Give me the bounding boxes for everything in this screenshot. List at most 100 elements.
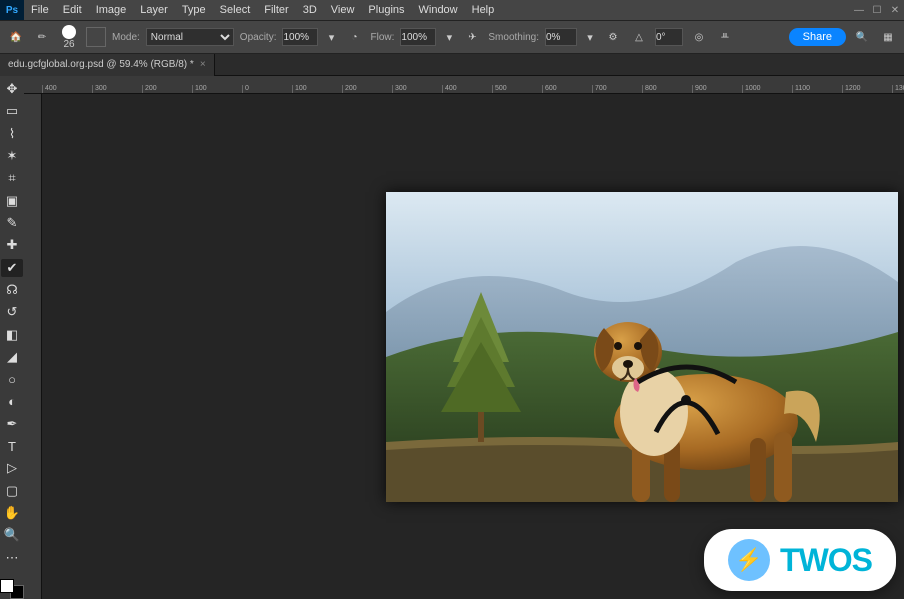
healing-tool[interactable]: ✚ bbox=[1, 236, 23, 254]
mode-select[interactable]: Normal bbox=[146, 28, 234, 46]
edit-toolbar[interactable]: ⋯ bbox=[1, 549, 23, 567]
path-select-tool[interactable]: ▷ bbox=[1, 459, 23, 477]
angle-input[interactable] bbox=[655, 28, 683, 46]
pressure-size-icon[interactable]: ◎ bbox=[689, 27, 709, 47]
flow-dropdown-icon[interactable]: ▾ bbox=[442, 30, 456, 44]
hand-tool[interactable]: ✋ bbox=[1, 504, 23, 522]
shape-tool[interactable]: ▢ bbox=[1, 482, 23, 500]
ruler-tick: 400 bbox=[42, 85, 92, 93]
ruler-tick: 100 bbox=[192, 85, 242, 93]
ruler-tick: 0 bbox=[242, 85, 292, 93]
opacity-label: Opacity: bbox=[240, 32, 277, 43]
tools-panel: ✥ ▭ ⌇ ✶ ⌗ ▣ ✎ ✚ ✔ ☊ ↺ ◧ ◢ ○ ◐ ✒ T ▷ ▢ ✋ 🔍 ⋯ bbox=[0, 76, 24, 599]
maximize-button[interactable]: ☐ bbox=[868, 5, 886, 16]
canvas-area: 4003002001000100200300400500600700800900… bbox=[24, 76, 904, 599]
options-bar: 🏠 ✏ 26 Mode: Normal Opacity: ▾ ◔ Flow: ▾… bbox=[0, 20, 904, 54]
watermark-badge: ⚡ TWOS bbox=[704, 529, 896, 591]
marquee-tool[interactable]: ▭ bbox=[1, 102, 23, 120]
brush-size-value: 26 bbox=[63, 39, 74, 50]
airbrush-icon[interactable]: ✈ bbox=[462, 27, 482, 47]
flow-label: Flow: bbox=[370, 32, 394, 43]
flash-icon: ⚡ bbox=[728, 539, 770, 581]
menu-file[interactable]: File bbox=[24, 4, 56, 16]
ruler-tick: 300 bbox=[392, 85, 442, 93]
artboard bbox=[386, 192, 898, 502]
tab-close-icon[interactable]: × bbox=[200, 59, 206, 70]
brush-preset-picker[interactable]: ✏ bbox=[32, 27, 52, 47]
smoothing-dropdown-icon[interactable]: ▾ bbox=[583, 30, 597, 44]
ruler-tick: 200 bbox=[142, 85, 192, 93]
flow-input[interactable] bbox=[400, 28, 436, 46]
type-tool[interactable]: T bbox=[1, 437, 23, 455]
smoothing-label: Smoothing: bbox=[488, 32, 539, 43]
watermark-text: TWOS bbox=[780, 542, 872, 579]
quick-select-tool[interactable]: ✶ bbox=[1, 147, 23, 165]
dodge-tool[interactable]: ◐ bbox=[1, 392, 23, 410]
zoom-tool[interactable]: 🔍 bbox=[1, 526, 23, 544]
ruler-horizontal: 4003002001000100200300400500600700800900… bbox=[24, 76, 904, 94]
ruler-tick: 1000 bbox=[742, 85, 792, 93]
ruler-tick: 400 bbox=[442, 85, 492, 93]
menu-plugins[interactable]: Plugins bbox=[361, 4, 411, 16]
angle-icon[interactable]: △ bbox=[629, 27, 649, 47]
eyedropper-tool[interactable]: ✎ bbox=[1, 214, 23, 232]
menu-view[interactable]: View bbox=[324, 4, 362, 16]
menu-filter[interactable]: Filter bbox=[257, 4, 295, 16]
pressure-opacity-icon[interactable]: ◔ bbox=[344, 27, 364, 47]
ruler-tick: 100 bbox=[292, 85, 342, 93]
menu-edit[interactable]: Edit bbox=[56, 4, 89, 16]
symmetry-icon[interactable]: ᚇ bbox=[715, 27, 735, 47]
ruler-tick: 700 bbox=[592, 85, 642, 93]
ruler-tick: 300 bbox=[92, 85, 142, 93]
brush-dot-icon bbox=[62, 25, 76, 39]
close-button[interactable]: ✕ bbox=[886, 5, 904, 16]
ruler-tick: 500 bbox=[492, 85, 542, 93]
fgbg-colors[interactable] bbox=[0, 579, 24, 599]
share-button[interactable]: Share bbox=[789, 28, 846, 46]
ruler-vertical bbox=[24, 94, 42, 599]
document-tab-title: edu.gcfglobal.org.psd @ 59.4% (RGB/8) * bbox=[8, 59, 194, 70]
frame-tool[interactable]: ▣ bbox=[1, 192, 23, 210]
opacity-dropdown-icon[interactable]: ▾ bbox=[324, 30, 338, 44]
minimize-button[interactable]: — bbox=[850, 5, 868, 16]
canvas-viewport[interactable] bbox=[42, 94, 904, 599]
brush-size-preview[interactable]: 26 bbox=[58, 25, 80, 50]
opacity-input[interactable] bbox=[282, 28, 318, 46]
crop-tool[interactable]: ⌗ bbox=[1, 169, 23, 187]
brush-swatch-button[interactable] bbox=[86, 27, 106, 47]
search-icon[interactable]: 🔍 bbox=[852, 27, 872, 47]
smoothing-input[interactable] bbox=[545, 28, 577, 46]
clone-tool[interactable]: ☊ bbox=[1, 281, 23, 299]
gradient-tool[interactable]: ◢ bbox=[1, 348, 23, 366]
history-brush-tool[interactable]: ↺ bbox=[1, 303, 23, 321]
brush-tool[interactable]: ✔ bbox=[1, 259, 23, 277]
lasso-tool[interactable]: ⌇ bbox=[1, 125, 23, 143]
menu-help[interactable]: Help bbox=[465, 4, 502, 16]
app-logo: Ps bbox=[0, 0, 24, 20]
move-tool[interactable]: ✥ bbox=[1, 80, 23, 98]
menu-3d[interactable]: 3D bbox=[296, 4, 324, 16]
mode-label: Mode: bbox=[112, 32, 140, 43]
eraser-tool[interactable]: ◧ bbox=[1, 325, 23, 343]
fg-color[interactable] bbox=[0, 579, 14, 593]
ruler-tick: 900 bbox=[692, 85, 742, 93]
menu-image[interactable]: Image bbox=[89, 4, 134, 16]
ruler-tick: 600 bbox=[542, 85, 592, 93]
smoothing-gear-icon[interactable]: ⚙ bbox=[603, 27, 623, 47]
ruler-tick: 1200 bbox=[842, 85, 892, 93]
ruler-tick: 1100 bbox=[792, 85, 842, 93]
blur-tool[interactable]: ○ bbox=[1, 370, 23, 388]
document-tabbar: edu.gcfglobal.org.psd @ 59.4% (RGB/8) * … bbox=[0, 54, 904, 76]
home-button[interactable]: 🏠 bbox=[6, 27, 26, 47]
workspace-icon[interactable]: ▦ bbox=[878, 27, 898, 47]
menu-layer[interactable]: Layer bbox=[133, 4, 175, 16]
document-tab[interactable]: edu.gcfglobal.org.psd @ 59.4% (RGB/8) * … bbox=[0, 54, 215, 76]
ruler-tick: 800 bbox=[642, 85, 692, 93]
ruler-tick: 200 bbox=[342, 85, 392, 93]
menu-type[interactable]: Type bbox=[175, 4, 213, 16]
menu-bar: Ps File Edit Image Layer Type Select Fil… bbox=[0, 0, 904, 20]
menu-window[interactable]: Window bbox=[412, 4, 465, 16]
pen-tool[interactable]: ✒ bbox=[1, 415, 23, 433]
artboard-image bbox=[386, 192, 898, 502]
menu-select[interactable]: Select bbox=[213, 4, 258, 16]
